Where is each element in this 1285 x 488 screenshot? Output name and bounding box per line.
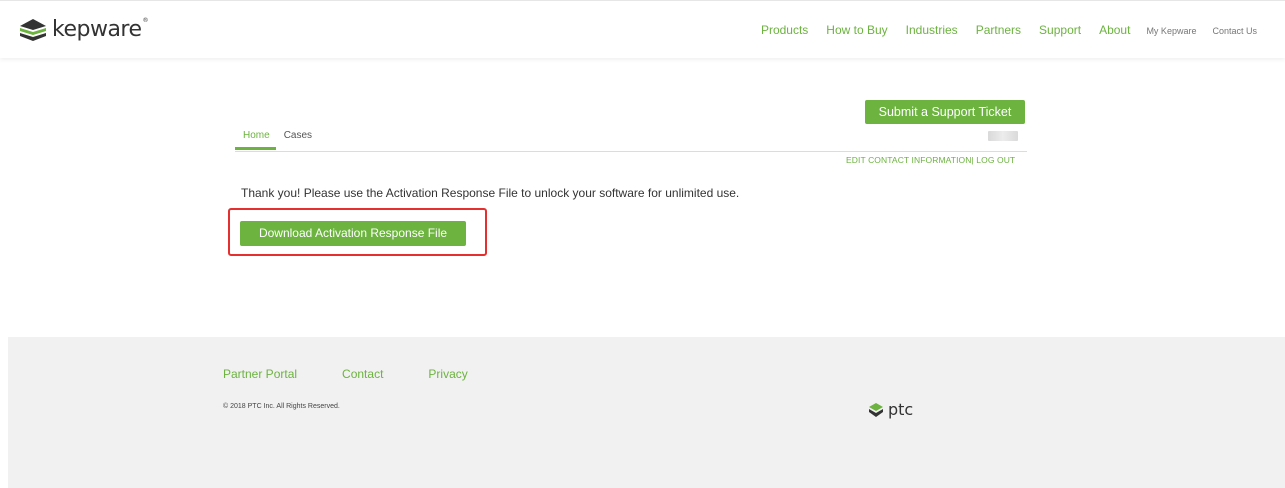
nav-contact-us[interactable]: Contact Us <box>1212 26 1257 36</box>
support-tabs: Home Cases <box>235 130 318 150</box>
footer-privacy-link[interactable]: Privacy <box>428 367 467 381</box>
tab-home[interactable]: Home <box>235 130 276 150</box>
nav-support[interactable]: Support <box>1039 23 1081 37</box>
logo-text: kepware® <box>52 17 149 42</box>
ptc-logo-icon <box>869 402 883 417</box>
main-nav: Products How to Buy Industries Partners … <box>761 23 1257 37</box>
site-header: kepware® Products How to Buy Industries … <box>0 0 1285 58</box>
footer-contact-link[interactable]: Contact <box>342 367 383 381</box>
footer-links: Partner Portal Contact Privacy <box>223 367 513 381</box>
tab-cases[interactable]: Cases <box>276 130 318 150</box>
footer-partner-portal-link[interactable]: Partner Portal <box>223 367 297 381</box>
edit-contact-information-link[interactable]: EDIT CONTACT INFORMATION <box>846 155 972 165</box>
kepware-logo[interactable]: kepware® <box>20 17 148 42</box>
nav-products[interactable]: Products <box>761 23 808 37</box>
copyright-text: © 2018 PTC Inc. All Rights Reserved. <box>223 403 340 410</box>
nav-how-to-buy[interactable]: How to Buy <box>826 23 887 37</box>
nav-my-kepware[interactable]: My Kepware <box>1146 26 1196 36</box>
kepware-logo-icon <box>20 18 46 41</box>
user-name-redacted <box>988 131 1018 141</box>
site-footer: Partner Portal Contact Privacy © 2018 PT… <box>8 337 1285 488</box>
nav-partners[interactable]: Partners <box>976 23 1021 37</box>
ptc-logo-text: ptc <box>888 400 914 419</box>
ptc-logo[interactable]: ptc <box>868 400 913 419</box>
nav-about[interactable]: About <box>1099 23 1130 37</box>
page: kepware® Products How to Buy Industries … <box>0 0 1285 488</box>
thank-you-message: Thank you! Please use the Activation Res… <box>241 186 740 200</box>
nav-industries[interactable]: Industries <box>906 23 958 37</box>
submit-support-ticket-button[interactable]: Submit a Support Ticket <box>865 100 1025 124</box>
tabs-divider <box>235 151 1027 152</box>
log-out-link[interactable]: LOG OUT <box>974 155 1015 165</box>
account-links: EDIT CONTACT INFORMATION| LOG OUT <box>846 155 1015 165</box>
download-activation-response-file-button[interactable]: Download Activation Response File <box>240 221 466 246</box>
